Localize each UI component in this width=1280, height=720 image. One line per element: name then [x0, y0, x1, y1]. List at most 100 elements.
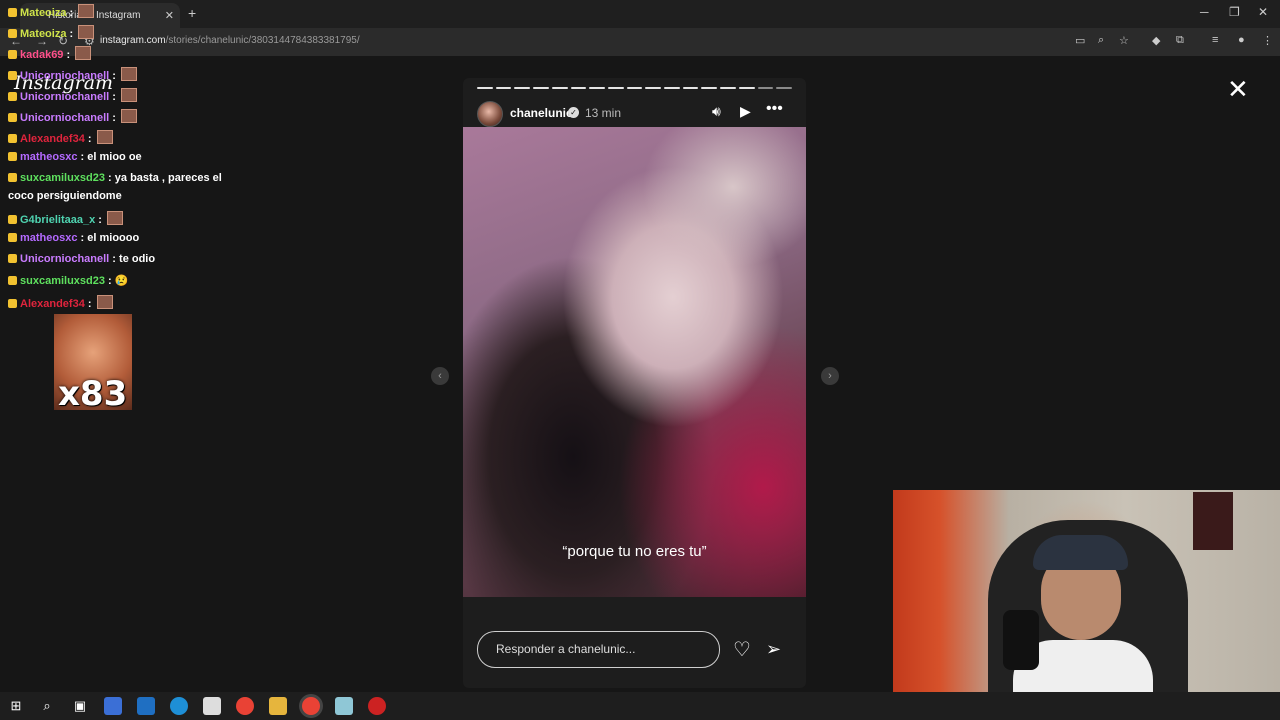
chat-separator: : [63, 49, 74, 61]
chat-separator: : [66, 28, 77, 40]
avatar[interactable] [477, 101, 503, 127]
media-icon[interactable]: ≡ [1212, 34, 1218, 46]
chat-separator: : [109, 253, 120, 265]
chat-text: el mioo oe [87, 151, 142, 163]
url-domain: instagram.com [100, 35, 166, 46]
story-progress [477, 87, 792, 89]
volume-icon[interactable]: 🔊︎ [712, 103, 721, 120]
extension-icon[interactable]: ◆ [1152, 34, 1160, 47]
chat-separator: : [109, 112, 120, 124]
file-explorer-icon[interactable] [269, 697, 287, 715]
chat-emote-icon [96, 130, 113, 144]
chat-text: coco persiguiendome [8, 190, 122, 202]
progress-segment [514, 87, 531, 89]
chat-badge-icon [8, 113, 17, 122]
chat-username: Unicorniochanell [20, 112, 110, 124]
progress-segment [607, 87, 624, 89]
story-time: 13 min [585, 106, 622, 120]
windows-start-icon[interactable]: ⊞ [7, 697, 25, 715]
app-icon[interactable] [335, 697, 353, 715]
obs-icon[interactable] [368, 697, 386, 715]
next-story-icon[interactable]: › [821, 367, 839, 385]
wall-poster [1193, 492, 1233, 550]
chat-separator: : [109, 91, 120, 103]
progress-segment [664, 87, 680, 89]
cast-icon[interactable]: ▭ [1075, 34, 1085, 47]
close-story-icon[interactable]: ✕ [1227, 76, 1249, 102]
chat-username: kadak69 [20, 49, 64, 61]
heart-icon[interactable]: ♡ [733, 637, 751, 662]
more-options-icon[interactable]: ••• [766, 100, 783, 118]
reply-input[interactable] [494, 641, 708, 657]
edge-icon[interactable] [170, 697, 188, 715]
progress-segment [551, 87, 568, 89]
zoom-icon[interactable]: ⌕ [1098, 34, 1104, 47]
progress-segment [682, 87, 699, 89]
chat-message: Mateoiza : [8, 4, 95, 19]
play-icon[interactable]: ▶ [740, 103, 751, 120]
chat-badge-icon [8, 8, 17, 17]
restore-icon[interactable]: ❐ [1229, 5, 1240, 19]
outlook-icon[interactable] [137, 697, 155, 715]
chrome-active-icon[interactable] [302, 697, 320, 715]
previous-story-icon[interactable]: ‹ [431, 367, 449, 385]
copilot-icon[interactable] [104, 697, 122, 715]
chat-username: Unicorniochanell [20, 253, 110, 265]
minimize-icon[interactable]: ─ [1200, 5, 1209, 19]
tab-close-icon[interactable]: ✕ [165, 9, 174, 22]
chat-separator: : [95, 214, 105, 226]
window-close-icon[interactable]: ✕ [1258, 5, 1268, 19]
chat-badge-icon [8, 50, 17, 59]
reply-field[interactable] [477, 631, 720, 668]
chat-badge-icon [8, 173, 17, 182]
chat-message: Unicorniochanell : [8, 109, 138, 124]
url-text[interactable]: instagram.com/stories/chanelunic/3803144… [100, 35, 360, 46]
chat-emote-icon [121, 88, 138, 102]
chat-message: matheosxc : el mioo oe [8, 151, 142, 163]
chat-message: Unicorniochanell : [8, 88, 138, 103]
progress-segment [738, 87, 755, 89]
store-icon[interactable] [203, 697, 221, 715]
story-photo[interactable]: “porque tu no eres tu” [463, 127, 806, 597]
emote-image: x83 [54, 314, 132, 414]
chat-username: matheosxc [20, 151, 78, 163]
url-path: /stories/chanelunic/3803144784383381795/ [165, 35, 360, 46]
send-icon[interactable]: ➢ [766, 639, 781, 660]
puzzle-icon[interactable]: ⧉ [1176, 34, 1184, 47]
chat-message: suxcamiluxsd23 : ya basta , pareces el [8, 172, 222, 184]
task-view-icon[interactable]: ▣ [71, 697, 89, 715]
chat-username: Unicorniochanell [20, 91, 110, 103]
chat-text: 😢 [114, 275, 129, 287]
chat-username: Mateoiza [20, 28, 67, 40]
chat-message: coco persiguiendome [8, 190, 122, 202]
story-caption: “porque tu no eres tu” [562, 543, 707, 560]
story-viewer[interactable]: chanelunic ✓ 13 min 🔊︎ ▶ ••• “porque tu … [463, 78, 806, 688]
chat-separator: : [84, 133, 95, 145]
chat-username: Mateoiza [20, 7, 67, 19]
chat-separator: : [66, 7, 77, 19]
chat-username: suxcamiluxsd23 [20, 275, 105, 287]
chat-username: Alexandef34 [20, 298, 85, 310]
bookmark-star-icon[interactable]: ☆ [1119, 34, 1129, 47]
chat-emote-icon [107, 211, 123, 225]
chat-text: ya basta , pareces el [114, 172, 222, 184]
chat-separator: : [77, 151, 88, 163]
chrome-icon[interactable] [236, 697, 254, 715]
new-tab-icon[interactable]: + [188, 5, 196, 21]
story-username[interactable]: chanelunic [510, 106, 573, 120]
search-icon[interactable]: ⌕ [38, 697, 56, 715]
webcam-overlay [893, 490, 1280, 720]
profile-icon[interactable]: ● [1238, 34, 1245, 46]
progress-segment [589, 87, 605, 89]
chat-badge-icon [8, 233, 17, 242]
chat-message: G4brielitaaa_x : [8, 211, 123, 226]
chat-message: Unicorniochanell : [8, 67, 138, 82]
progress-segment [757, 87, 774, 89]
chat-badge-icon [8, 276, 17, 285]
menu-icon[interactable]: ⋮ [1262, 34, 1273, 47]
chat-username: Alexandef34 [20, 133, 85, 145]
verified-icon: ✓ [568, 107, 579, 118]
progress-segment [720, 87, 736, 89]
address-bar: ← → ↻ ⚙ instagram.com/stories/chanelunic… [0, 28, 1280, 56]
chat-badge-icon [8, 254, 17, 263]
